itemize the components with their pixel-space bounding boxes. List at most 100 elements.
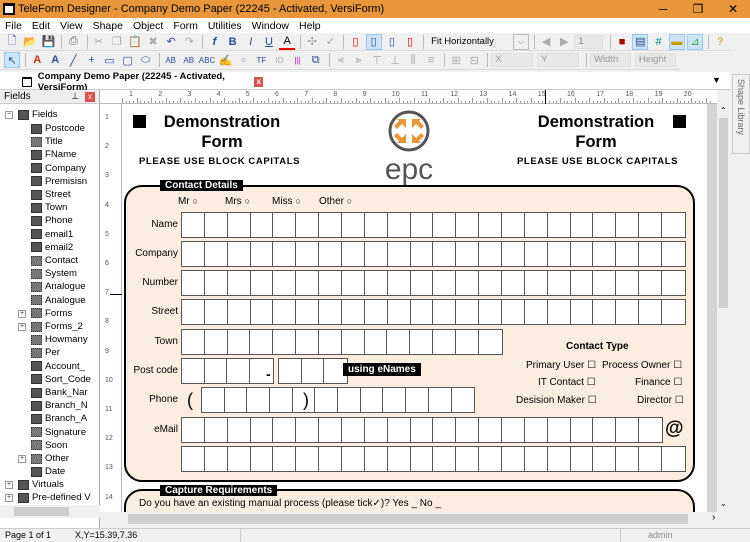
tree-item-field[interactable]: Town [31, 201, 67, 214]
italic-icon[interactable]: I [243, 34, 259, 50]
y-field[interactable]: Y [537, 53, 580, 67]
title-option[interactable]: Miss ○ [272, 196, 301, 207]
tree-item-group[interactable]: + Virtuals [5, 478, 64, 491]
align-bottom-icon[interactable]: ⊥ [387, 52, 403, 68]
close-panel-button[interactable]: x [85, 91, 95, 102]
character-boxes[interactable] [201, 387, 317, 413]
vertical-scrollbar[interactable]: ⌃ ⌄ [717, 104, 730, 512]
ellipse-tool-icon[interactable]: ⬭ [138, 52, 154, 68]
grid-icon[interactable]: # [650, 34, 666, 50]
minimize-button[interactable]: ─ [648, 0, 678, 18]
horizontal-scrollbar[interactable]: › [122, 512, 730, 526]
new-icon[interactable]: 🗋 [4, 34, 20, 50]
character-boxes[interactable] [181, 417, 663, 443]
align-middle-icon[interactable]: ≡ [423, 52, 439, 68]
tree-horizontal-scrollbar[interactable] [0, 505, 100, 518]
menu-view[interactable]: View [55, 20, 88, 32]
character-boxes[interactable] [181, 358, 274, 384]
close-tab-button[interactable]: x [254, 76, 263, 87]
contact-type-option[interactable]: Process Owner ☐ [602, 360, 682, 371]
cut-icon[interactable]: ✂ [91, 34, 107, 50]
tree-item-field[interactable]: email2 [31, 241, 73, 254]
snap-icon[interactable]: ✣ [304, 34, 320, 50]
tree-item-field[interactable]: Per [31, 346, 60, 359]
menu-form[interactable]: Form [168, 20, 203, 32]
underline-icon[interactable]: U [261, 34, 277, 50]
menu-file[interactable]: File [0, 20, 27, 32]
tree-item-field[interactable]: Premisisn [31, 175, 87, 188]
tree-item-field[interactable]: Branch_A [31, 412, 87, 425]
shape-library-tab[interactable]: Shape Library [732, 74, 750, 154]
image-zone-icon[interactable]: AB [181, 52, 197, 68]
tree-item-field[interactable]: System [31, 267, 77, 280]
layers-icon[interactable]: ■ [614, 34, 630, 50]
title-option[interactable]: Other ○ [319, 196, 352, 207]
print-icon[interactable]: ⎙ [65, 34, 81, 50]
contact-type-option[interactable]: IT Contact ☐ [538, 377, 596, 388]
tree-item-field[interactable]: Signature [31, 426, 86, 439]
character-boxes[interactable] [181, 446, 686, 472]
text-tool-icon[interactable]: A [29, 52, 45, 68]
align-left-icon[interactable]: ⫷ [333, 52, 349, 68]
maximize-button[interactable]: ❐ [683, 0, 713, 18]
copy-icon[interactable]: ❐ [109, 34, 125, 50]
ruler-icon[interactable]: ▬ [668, 33, 685, 50]
guides-icon[interactable]: ⊿ [686, 33, 704, 50]
next-page-icon[interactable]: ▶ [556, 34, 572, 50]
tree-item-field[interactable]: Phone [31, 214, 73, 227]
title-option[interactable]: Mr ○ [178, 196, 198, 207]
x-field[interactable]: X [491, 53, 534, 67]
character-boxes[interactable] [181, 329, 503, 355]
undo-icon[interactable]: ↶ [163, 34, 179, 50]
title-option[interactable]: Mrs ○ [225, 196, 250, 207]
text-color-icon[interactable]: A [279, 34, 296, 50]
page-icon[interactable]: ▯ [384, 34, 400, 50]
tree-item-field[interactable]: Account_ [31, 360, 85, 373]
contact-type-option[interactable]: Desision Maker ☐ [516, 395, 597, 406]
character-boxes[interactable] [278, 358, 348, 384]
text-edit-icon[interactable]: A [47, 52, 63, 68]
tree-item-field[interactable]: Analogue [31, 294, 86, 307]
bold-icon[interactable]: B [225, 34, 241, 50]
align-top-icon[interactable]: ⊤ [369, 52, 385, 68]
same-width-icon[interactable]: ⊟ [466, 52, 482, 68]
zoom-select[interactable]: Fit Horizontally [427, 36, 513, 47]
form-view-icon[interactable]: ▤ [632, 33, 649, 50]
page-number-field[interactable]: 1 [574, 34, 604, 49]
save-icon[interactable]: 💾 [40, 34, 56, 50]
menu-utilities[interactable]: Utilities [203, 20, 247, 32]
character-boxes[interactable] [181, 212, 686, 238]
tree-item-field[interactable]: Bank_Nar [31, 386, 88, 399]
group-icon[interactable]: ⧉ [308, 52, 324, 68]
tree-item-field[interactable]: Branch_N [31, 399, 88, 412]
text-field-icon[interactable]: ABC [199, 52, 215, 68]
barcode-icon[interactable]: ||| [290, 52, 306, 68]
chevron-down-icon[interactable]: ⌵ [512, 33, 530, 50]
character-boxes[interactable] [181, 299, 686, 325]
character-boxes[interactable] [181, 270, 686, 296]
menu-window[interactable]: Window [247, 20, 294, 32]
redo-icon[interactable]: ↷ [181, 34, 197, 50]
height-field[interactable]: Height [634, 53, 676, 67]
tree-item-field[interactable]: Date [31, 465, 65, 478]
pin-icon[interactable]: ⊥ [71, 91, 79, 102]
document-tab[interactable]: Company Demo Paper (22245 - Activated, V… [18, 71, 263, 93]
tree-item-group[interactable]: + Pre-defined V [5, 491, 91, 504]
tree-item-field[interactable]: + Other [18, 452, 69, 465]
align-center-icon[interactable]: ⫼ [405, 52, 421, 68]
menu-edit[interactable]: Edit [27, 20, 55, 32]
choice-field-icon[interactable]: ⁘ [235, 52, 251, 68]
close-button[interactable]: ✕ [718, 0, 748, 18]
menu-object[interactable]: Object [128, 20, 168, 32]
align-right-icon[interactable]: ⫸ [351, 52, 367, 68]
spell-check-icon[interactable]: ✓ [322, 34, 338, 50]
tree-item-field[interactable]: Howmany [31, 333, 88, 346]
tree-item-field[interactable]: Street [31, 188, 71, 201]
open-icon[interactable]: 📂 [22, 34, 38, 50]
tree-item-field[interactable]: Sort_Code [31, 373, 91, 386]
font-icon[interactable]: f [206, 34, 222, 50]
form-canvas[interactable]: Demonstration Form Demonstration Form PL… [122, 104, 717, 512]
contact-type-option[interactable]: Finance ☐ [635, 377, 682, 388]
cross-tool-icon[interactable]: + [83, 52, 99, 68]
tree-item-field[interactable]: email1 [31, 228, 73, 241]
